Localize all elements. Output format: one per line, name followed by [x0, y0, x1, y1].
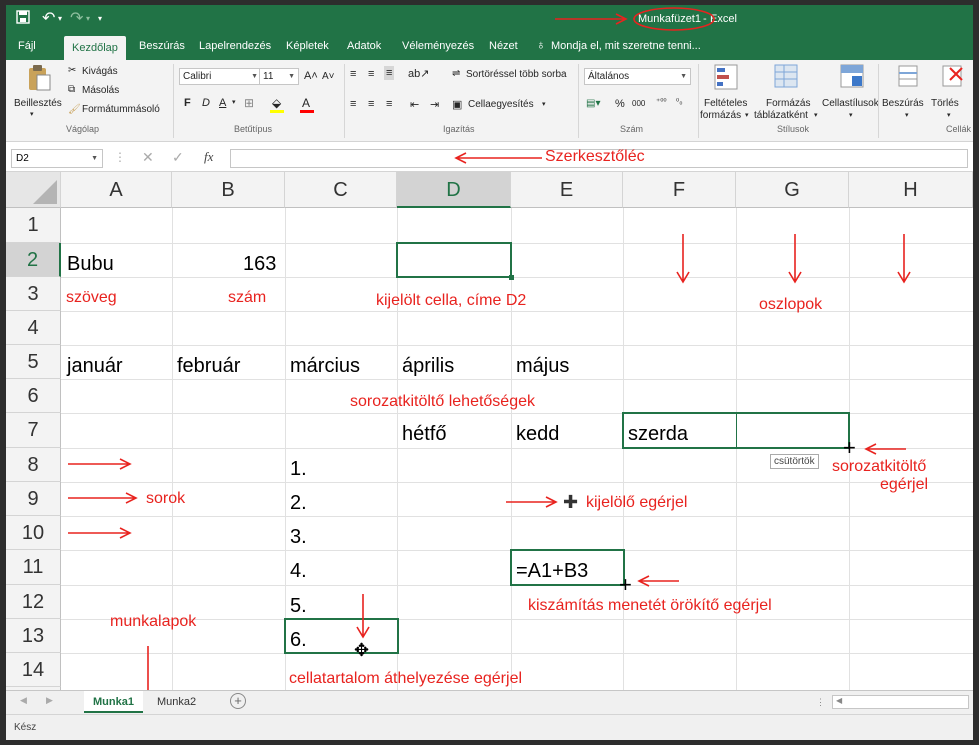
horizontal-scrollbar[interactable]: ◀: [832, 695, 969, 709]
arrow-down-icon: [897, 234, 911, 284]
sheet-tab-munka2[interactable]: Munka2: [148, 691, 205, 713]
arrow-left-icon: [864, 443, 906, 455]
scroll-left-arrow-icon[interactable]: ◀: [836, 696, 842, 705]
annotation-arrows: [68, 234, 911, 690]
arrow-down-icon: [356, 594, 370, 639]
split-handle-icon[interactable]: ⋮: [816, 697, 825, 708]
arrow-right-icon: [68, 492, 138, 504]
arrow-right-icon: [68, 458, 132, 470]
header-annotation-arrows: [454, 7, 715, 164]
arrow-right-icon: [506, 496, 558, 508]
status-bar: Kész: [6, 714, 973, 740]
sheet-tab-bar: ◀ ▶ Munka1 Munka2 + ⋮ ◀: [6, 690, 973, 714]
scroll-left-icon[interactable]: ◀: [20, 695, 27, 706]
arrow-right-icon: [68, 527, 132, 539]
sheet-tab-munka1[interactable]: Munka1: [84, 691, 143, 713]
worksheet-grid: A B C D E F G H 1 2 3 4 5 6 7 8 9 10 11 …: [6, 172, 973, 690]
title-highlight-ellipse: [633, 7, 715, 31]
arrow-right-icon: [555, 13, 628, 25]
arrow-down-icon: [676, 234, 690, 284]
status-text: Kész: [14, 722, 37, 733]
annotation-formula-bar: Szerkesztőléc: [545, 148, 645, 165]
scroll-right-icon[interactable]: ▶: [46, 695, 53, 706]
arrow-left-icon: [637, 575, 679, 587]
arrow-left-icon: [454, 152, 542, 164]
excel-window: ↶ ▾ ↷ ▾ ▾ Munkafüzet1 - Excel Fájl Kezdő…: [6, 5, 973, 740]
add-sheet-button[interactable]: +: [230, 693, 246, 709]
arrow-down-icon: [788, 234, 802, 284]
